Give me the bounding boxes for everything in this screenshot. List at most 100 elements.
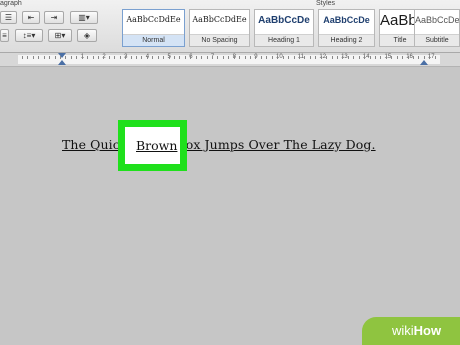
- ruler-tick: [380, 56, 381, 59]
- ruler-tick: [212, 56, 213, 59]
- ruler-tick: [228, 56, 229, 59]
- styles-gallery: AaBbCcDdEe Normal AaBbCcDdEe No Spacing …: [113, 9, 460, 49]
- style-heading-1[interactable]: AaBbCcDe Heading 1: [254, 9, 314, 47]
- ruler-tick: [169, 56, 170, 59]
- ruler-tick: [76, 56, 77, 59]
- ruler-tick: [109, 56, 110, 59]
- wikihow-logo: wikiHow: [362, 317, 460, 345]
- ruler-tick: [386, 56, 387, 59]
- document-text-line[interactable]: The Quick Brown Fox Jumps Over The Lazy …: [62, 137, 376, 152]
- ruler-tick: [152, 56, 153, 59]
- indent-icon: ⇥: [50, 12, 58, 22]
- ruler-tick: [266, 56, 267, 59]
- right-indent-marker[interactable]: [420, 60, 428, 65]
- ruler-tick: [375, 56, 376, 59]
- increase-indent-button[interactable]: ⇥: [44, 11, 64, 24]
- ruler-tick: [321, 56, 322, 59]
- ruler-tick: [125, 56, 126, 59]
- ruler-tick: [71, 56, 72, 59]
- ruler-tick: [114, 56, 115, 59]
- ruler-tick: [435, 56, 436, 59]
- styles-group-label: Styles: [316, 0, 336, 7]
- bullet-list-icon: ☰: [4, 12, 13, 22]
- ruler-tick: [353, 56, 354, 59]
- ruler-tick: [120, 56, 121, 59]
- ruler-tick: [294, 56, 295, 59]
- columns-button[interactable]: ▥▾: [70, 11, 98, 24]
- ruler-tick: [158, 56, 159, 59]
- ruler-tick: [326, 56, 327, 59]
- paragraph-group-label: agraph: [0, 0, 22, 7]
- ruler-tick: [217, 56, 218, 59]
- ruler-tick: [310, 56, 311, 59]
- ruler-tick: [245, 56, 246, 59]
- wikihow-logo-text: wikiHow: [392, 323, 441, 338]
- ruler-tick: [93, 56, 94, 59]
- ruler-tick: [147, 56, 148, 59]
- ruler-tick: [288, 56, 289, 59]
- line-spacing-button[interactable]: ↕≡▾: [15, 29, 43, 42]
- ruler-tick: [255, 56, 256, 59]
- ruler-tick: [408, 56, 409, 59]
- ruler-tick: [332, 56, 333, 59]
- ruler-tick: [141, 56, 142, 59]
- ruler-tick: [38, 56, 39, 59]
- ruler-tick: [65, 56, 66, 59]
- ruler-tick: [391, 56, 392, 59]
- highlighted-word: Brown: [136, 138, 178, 153]
- style-sample-heading-1: AaBbCcDe: [258, 15, 310, 26]
- ruler-tick: [272, 56, 273, 59]
- shading-icon: ◈: [83, 30, 91, 40]
- borders-icon: ⊞▾: [54, 30, 66, 40]
- ruler-tick: [277, 56, 278, 59]
- ruler-tick: [348, 56, 349, 59]
- decrease-indent-button[interactable]: ⇤: [22, 11, 40, 24]
- logo-suffix: How: [413, 323, 442, 338]
- ruler-tick: [55, 56, 56, 59]
- ruler-tick: [283, 56, 284, 59]
- style-heading-2[interactable]: AaBbCcDe Heading 2: [318, 9, 375, 47]
- ruler-tick: [207, 56, 208, 59]
- ruler-tick: [201, 56, 202, 59]
- style-label-normal: Normal: [123, 34, 184, 46]
- logo-prefix: wiki: [392, 323, 414, 338]
- ruler-tick: [234, 56, 235, 59]
- ruler-tick: [174, 56, 175, 59]
- ruler-tick: [342, 56, 343, 59]
- ruler-tick: [60, 56, 61, 59]
- style-subtitle[interactable]: AaBbCcDe Subtitle: [414, 9, 460, 47]
- style-sample-heading-2: AaBbCcDe: [323, 15, 370, 25]
- ruler-tick: [337, 56, 338, 59]
- ruler-tick: [424, 56, 425, 59]
- justify-button[interactable]: ≡: [0, 29, 9, 42]
- ruler-tick: [179, 56, 180, 59]
- ruler-tick: [22, 56, 23, 59]
- borders-button[interactable]: ⊞▾: [48, 29, 72, 42]
- style-label-no-spacing: No Spacing: [190, 34, 249, 46]
- style-sample-normal: AaBbCcDdEe: [126, 15, 181, 24]
- style-normal[interactable]: AaBbCcDdEe Normal: [122, 9, 185, 47]
- ruler-tick: [33, 56, 34, 59]
- justify-icon: ≡: [2, 30, 7, 40]
- ruler-tick: [239, 56, 240, 59]
- ruler-tick: [87, 56, 88, 59]
- shading-button[interactable]: ◈: [77, 29, 97, 42]
- ruler-tick: [304, 56, 305, 59]
- ruler-tick: [163, 56, 164, 59]
- outdent-icon: ⇤: [27, 12, 35, 22]
- style-no-spacing[interactable]: AaBbCcDdEe No Spacing: [189, 9, 250, 47]
- ruler-tick: [103, 56, 104, 59]
- bullets-button[interactable]: ☰: [0, 11, 17, 24]
- highlighted-word-box: Brown: [118, 120, 187, 171]
- left-indent-marker[interactable]: [58, 60, 66, 65]
- ruler-tick: [364, 56, 365, 59]
- ruler-tick: [315, 56, 316, 59]
- ribbon-toolbar: agraph Styles ☰ ⇤ ⇥ ▥▾ ≡ ↕≡▾ ⊞▾ ◈ AaBbCc…: [0, 0, 460, 53]
- horizontal-ruler[interactable]: 1234567891011121314151617: [0, 53, 460, 67]
- ruler-tick: [402, 56, 403, 59]
- ruler-tick: [190, 56, 191, 59]
- ruler-tick: [418, 56, 419, 59]
- ruler-tick: [359, 56, 360, 59]
- ruler-tick: [299, 56, 300, 59]
- ruler-tick: [429, 56, 430, 59]
